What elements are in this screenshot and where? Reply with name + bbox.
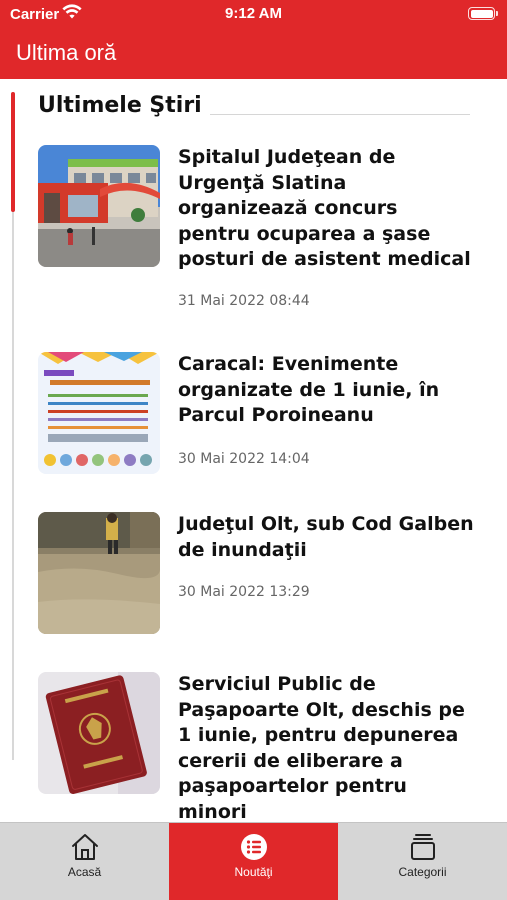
- categories-icon: [338, 833, 507, 861]
- article-date: 31 Mai 2022 08:44: [178, 293, 310, 309]
- battery-icon: [468, 7, 498, 20]
- tab-label: Noutăţi: [234, 865, 273, 879]
- bottom-tab-bar: Acasă Noutăţi Categorii: [0, 822, 507, 900]
- status-bar: Carrier 9:12 AM: [0, 0, 507, 28]
- article-thumbnail[interactable]: [38, 352, 160, 474]
- tab-acasa[interactable]: Acasă: [0, 823, 169, 900]
- article-thumbnail[interactable]: [38, 145, 160, 267]
- scroll-indicator[interactable]: [11, 92, 15, 212]
- section-divider: [210, 114, 470, 115]
- tab-noutati[interactable]: Noutăţi: [169, 823, 338, 900]
- article-thumbnail[interactable]: [38, 512, 160, 634]
- news-item[interactable]: Spitalul Judeţean de Urgenţă Slatina org…: [38, 145, 478, 309]
- app-header: Carrier 9:12 AM Ultima oră: [0, 0, 507, 79]
- article-title[interactable]: Judeţul Olt, sub Cod Galben de inundaţii: [178, 512, 476, 563]
- article-title[interactable]: Caracal: Evenimente organizate de 1 iuni…: [178, 352, 476, 429]
- article-title[interactable]: Serviciul Public de Paşapoarte Olt, desc…: [178, 672, 476, 825]
- article-date: 30 Mai 2022 13:29: [178, 584, 310, 600]
- section-title: Ultimele Ştiri: [38, 93, 202, 118]
- home-icon: [0, 833, 169, 861]
- tab-categorii[interactable]: Categorii: [338, 823, 507, 900]
- article-thumbnail[interactable]: [38, 672, 160, 794]
- article-date: 30 Mai 2022 14:04: [178, 451, 310, 467]
- news-item[interactable]: Serviciul Public de Paşapoarte Olt, desc…: [38, 672, 478, 825]
- tab-label: Categorii: [398, 865, 447, 879]
- news-list-icon: [169, 833, 338, 861]
- page-title: Ultima oră: [16, 40, 117, 65]
- news-item[interactable]: Caracal: Evenimente organizate de 1 iuni…: [38, 352, 478, 476]
- article-title[interactable]: Spitalul Judeţean de Urgenţă Slatina org…: [178, 145, 476, 273]
- clock: 9:12 AM: [225, 5, 282, 22]
- news-item[interactable]: Judeţul Olt, sub Cod Galben de inundaţii…: [38, 512, 478, 634]
- tab-label: Acasă: [67, 865, 102, 879]
